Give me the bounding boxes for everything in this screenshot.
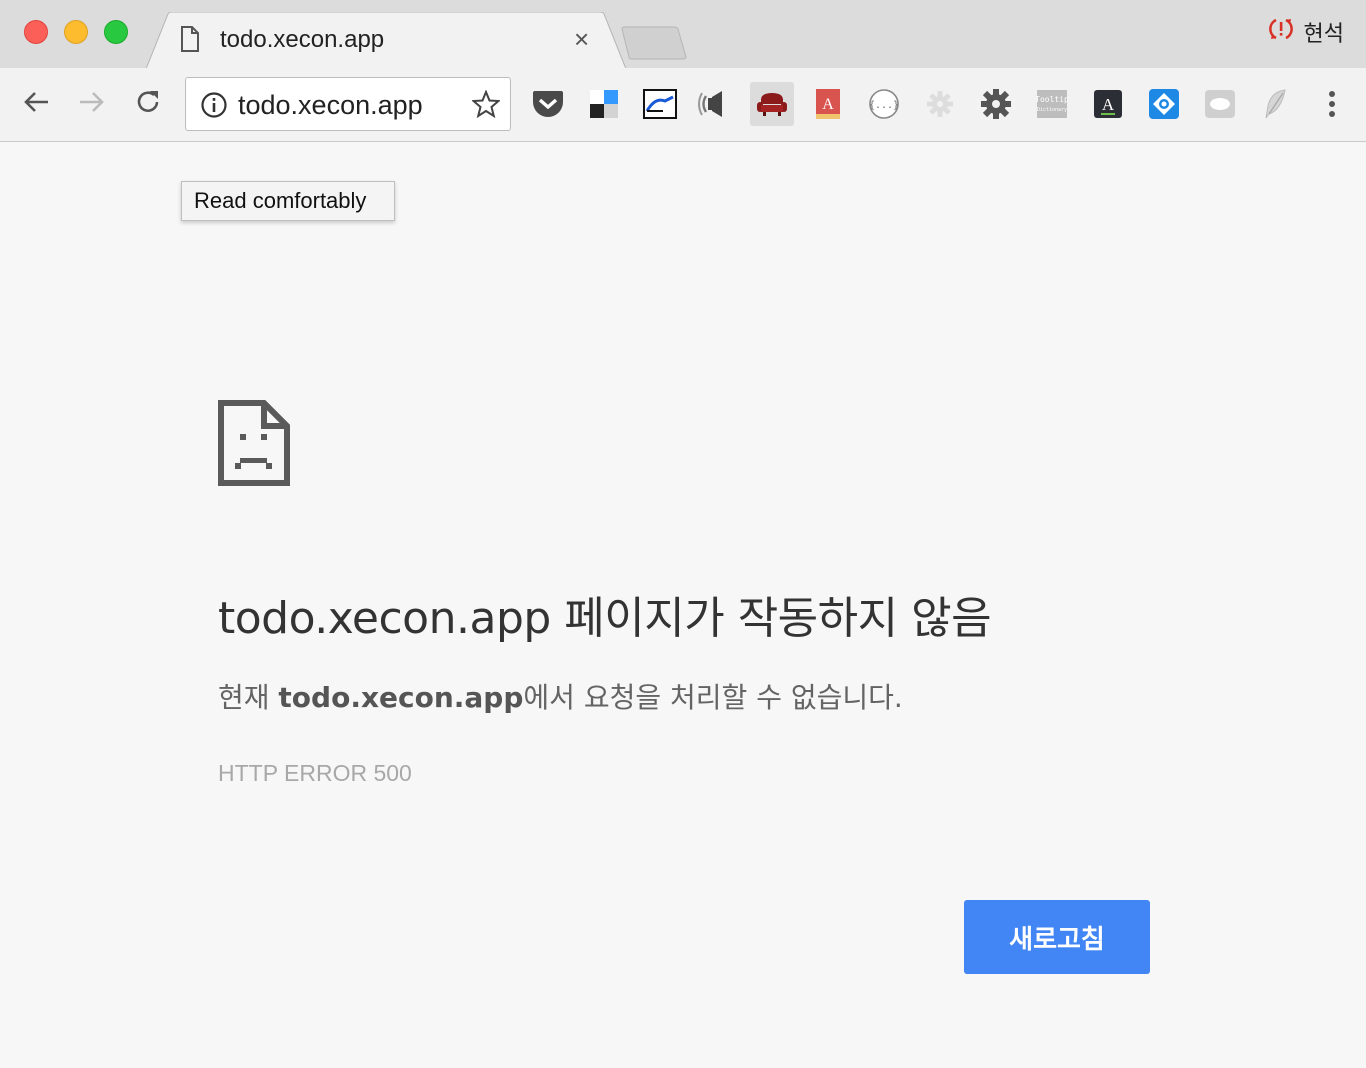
svg-text:A: A [822,96,834,113]
tab-title: todo.xecon.app [220,26,385,53]
tab-shape [146,12,626,69]
profile-name: 현석 [1303,22,1344,47]
active-tab[interactable]: todo.xecon.app × [146,12,626,69]
feather-extension-icon[interactable] [1254,82,1298,126]
blue-diamond-extension-icon[interactable] [1142,82,1186,126]
error-description-host: todo.xecon.app [278,681,524,714]
url-text: todo.xecon.app [238,90,423,120]
profile-area[interactable]: 현석 [1268,16,1344,48]
minimize-window-button[interactable] [64,20,88,44]
menu-dots-icon[interactable] [1310,82,1354,126]
error-title: todo.xecon.app 페이지가 작동하지 않음 [218,593,992,644]
font-extension-icon[interactable]: A [1086,82,1130,126]
forward-arrow-icon [78,88,106,121]
tab-close-icon[interactable]: × [574,26,589,52]
image-extension-icon[interactable] [638,82,682,126]
svg-text:Tooltip: Tooltip [1036,95,1068,104]
bookmark-star-icon[interactable] [470,89,502,123]
error-description-prefix: 현재 [218,681,279,714]
svg-text:Dictionary: Dictionary [1037,107,1067,113]
error-description: 현재 todo.xecon.app에서 요청을 처리할 수 없습니다. [218,676,903,716]
error-description-suffix: 에서 요청을 처리할 수 없습니다. [523,681,903,714]
reload-page-button[interactable]: 새로고침 [964,900,1150,974]
pocket-extension-icon[interactable] [526,82,570,126]
tooltip-dictionary-extension-icon[interactable]: Tooltip Dictionary [1030,82,1074,126]
address-bar[interactable]: todo.xecon.app [185,77,511,131]
site-info-icon[interactable] [200,91,228,124]
forward-button[interactable] [74,86,110,122]
speaker-extension-icon[interactable] [694,82,738,126]
new-tab-button[interactable] [620,26,688,65]
sync-error-icon [1268,16,1294,48]
cloud-extension-icon[interactable] [1198,82,1242,126]
back-button[interactable] [18,86,54,122]
dictionary-book-extension-icon[interactable]: A [806,82,850,126]
extension-tooltip: Read comfortably [181,181,395,221]
gear-extension-icon[interactable] [918,82,962,126]
sad-page-icon [218,400,290,491]
back-arrow-icon [22,88,50,121]
reload-icon [134,88,162,121]
close-window-button[interactable] [24,20,48,44]
reload-button[interactable] [130,86,166,122]
document-icon [180,26,200,57]
zoom-window-button[interactable] [104,20,128,44]
json-formatter-extension-icon[interactable]: {...} [862,82,906,126]
read-comfortably-extension-icon[interactable] [750,82,794,126]
delicious-extension-icon[interactable] [582,82,626,126]
browser-toolbar: todo.xecon.app A {...} Tooltip Dictionary… [0,68,1366,142]
svg-text:A: A [1102,95,1115,114]
dark-gear-extension-icon[interactable] [974,82,1018,126]
svg-text:{...}: {...} [869,100,899,111]
tab-strip: todo.xecon.app × 현석 [0,0,1366,69]
error-code: HTTP ERROR 500 [218,760,412,786]
